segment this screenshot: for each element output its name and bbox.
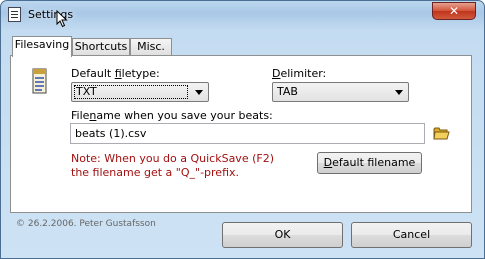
tab-misc[interactable]: Misc. [130, 38, 172, 56]
chevron-down-icon [195, 90, 203, 95]
tab-misc-label: Misc. [137, 40, 165, 53]
filetype-label: Default filetype: [71, 67, 160, 80]
filename-input[interactable]: beats (1).csv [70, 123, 425, 144]
delimiter-select[interactable]: TAB [272, 82, 409, 102]
settings-window: Settings ✕ Filesaving Shortcuts Misc. De… [0, 0, 485, 259]
tab-filesaving-label: Filesaving [14, 38, 70, 51]
folder-icon[interactable] [433, 126, 450, 140]
close-icon: ✕ [448, 4, 460, 18]
cancel-button[interactable]: Cancel [351, 222, 472, 248]
delimiter-label: Delimiter: [272, 67, 327, 80]
title-bar[interactable]: Settings ✕ [1, 1, 484, 29]
filetype-select[interactable]: TXT [71, 82, 209, 102]
filename-label: Filename when you save your beats: [71, 109, 273, 122]
document-icon [32, 68, 47, 94]
settings-window-icon [8, 7, 21, 22]
filetype-value: TXT [76, 85, 97, 98]
mouse-cursor-icon [56, 10, 68, 28]
ok-button[interactable]: OK [222, 222, 343, 248]
close-button[interactable]: ✕ [432, 2, 476, 20]
chevron-down-icon [395, 90, 403, 95]
delimiter-value: TAB [277, 85, 298, 98]
tab-filesaving[interactable]: Filesaving [12, 36, 72, 57]
default-filename-button[interactable]: Default filename [317, 152, 422, 174]
copyright-text: © 26.2.2006. Peter Gustafsson [16, 219, 156, 229]
quicksave-note: Note: When you do a QuickSave (F2) the f… [71, 152, 274, 179]
tab-shortcuts[interactable]: Shortcuts [72, 38, 130, 56]
tab-shortcuts-label: Shortcuts [74, 40, 128, 53]
